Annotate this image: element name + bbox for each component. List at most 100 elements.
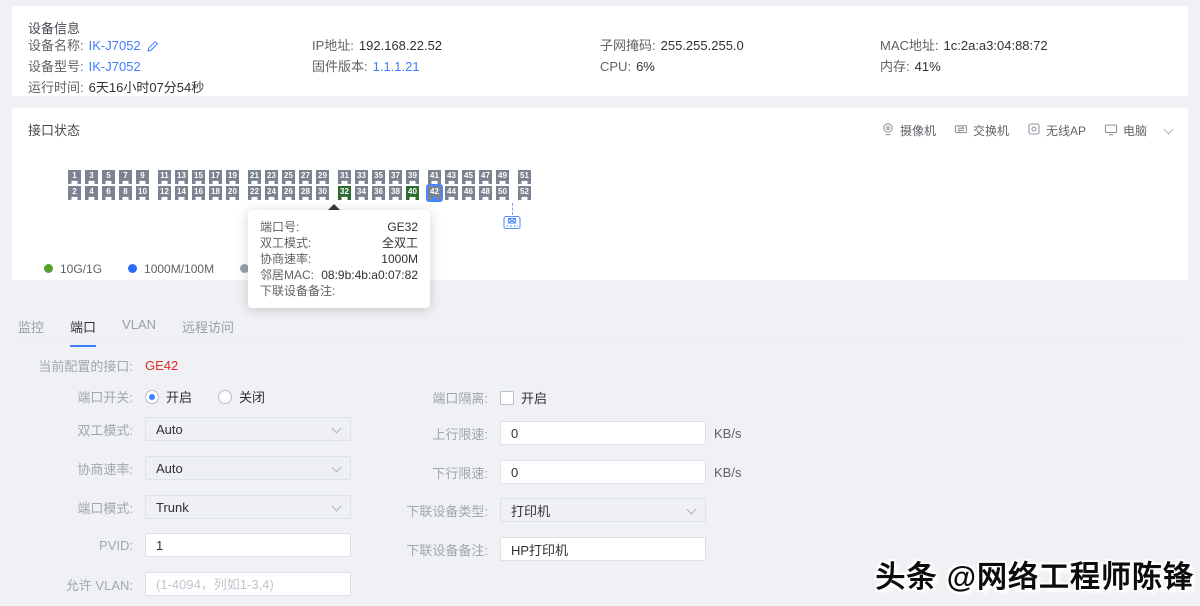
tab-remote-access[interactable]: 远程访问 — [182, 317, 234, 347]
device-name-value[interactable]: IK-J7052 — [89, 35, 141, 56]
port-20[interactable]: 20 — [226, 186, 239, 200]
device-model-value[interactable]: IK-J7052 — [89, 56, 141, 77]
port-36[interactable]: 36 — [372, 186, 385, 200]
allowed-vlan-input[interactable] — [145, 572, 351, 596]
port-48[interactable]: 48 — [479, 186, 492, 200]
port-19[interactable]: 19 — [226, 170, 239, 184]
port-21[interactable]: 21 — [248, 170, 261, 184]
port-13[interactable]: 13 — [175, 170, 188, 184]
tooltip-duplex-label: 双工模式: — [260, 235, 311, 251]
port-7[interactable]: 7 — [119, 170, 132, 184]
port-47[interactable]: 47 — [479, 170, 492, 184]
port-50[interactable]: 50 — [496, 186, 509, 200]
port-33[interactable]: 33 — [355, 170, 368, 184]
ip-label: IP地址: — [312, 35, 354, 56]
port-6[interactable]: 6 — [102, 186, 115, 200]
port-17[interactable]: 17 — [209, 170, 222, 184]
filter-wireless-ap-label: 无线AP — [1046, 122, 1086, 139]
chevron-down-icon — [332, 462, 342, 472]
downlink-note-input[interactable] — [500, 537, 706, 561]
port-3[interactable]: 3 — [85, 170, 98, 184]
port-10[interactable]: 10 — [136, 186, 149, 200]
port-26[interactable]: 26 — [282, 186, 295, 200]
port-1[interactable]: 1 — [68, 170, 81, 184]
port-27[interactable]: 27 — [299, 170, 312, 184]
port-39[interactable]: 39 — [406, 170, 419, 184]
legend-label-1000m: 1000M/100M — [144, 262, 214, 276]
tab-monitor[interactable]: 监控 — [18, 317, 44, 347]
filter-computer[interactable]: 电脑 — [1104, 122, 1147, 139]
device-name-label: 设备名称: — [28, 35, 84, 56]
downlink-type-select-value: 打印机 — [511, 501, 550, 520]
mac-label: MAC地址: — [880, 35, 939, 56]
port-9[interactable]: 9 — [136, 170, 149, 184]
port-16[interactable]: 16 — [192, 186, 205, 200]
pvid-input[interactable] — [145, 533, 351, 557]
port-46[interactable]: 46 — [462, 186, 475, 200]
port-51[interactable]: 51 — [518, 170, 531, 184]
port-14[interactable]: 14 — [175, 186, 188, 200]
legend-dot-blue — [128, 264, 137, 273]
port-8[interactable]: 8 — [119, 186, 132, 200]
port-23[interactable]: 23 — [265, 170, 278, 184]
port-isolation-checkbox[interactable] — [500, 391, 514, 405]
port-42[interactable]: 42 — [428, 186, 441, 200]
downlink-switch-icon[interactable] — [503, 215, 521, 233]
speed-select[interactable]: Auto — [145, 456, 351, 480]
port-4[interactable]: 4 — [85, 186, 98, 200]
port-30[interactable]: 30 — [316, 186, 329, 200]
filter-camera[interactable]: 摄像机 — [881, 122, 936, 139]
down-rate-unit: KB/s — [714, 465, 741, 480]
pvid-row: PVID: — [0, 533, 351, 557]
memory-label: 内存: — [880, 56, 910, 77]
port-29[interactable]: 29 — [316, 170, 329, 184]
port-37[interactable]: 37 — [389, 170, 402, 184]
downlink-type-select[interactable]: 打印机 — [500, 498, 706, 522]
filter-camera-label: 摄像机 — [900, 122, 936, 139]
port-12[interactable]: 12 — [158, 186, 171, 200]
port-mode-select-value: Trunk — [156, 500, 189, 515]
up-rate-input[interactable] — [500, 421, 706, 445]
port-25[interactable]: 25 — [282, 170, 295, 184]
tooltip-row: 协商速率: 1000M — [260, 251, 418, 267]
edit-icon[interactable] — [147, 40, 159, 52]
camera-icon — [881, 122, 895, 139]
port-2[interactable]: 2 — [68, 186, 81, 200]
duplex-select[interactable]: Auto — [145, 417, 351, 441]
port-24[interactable]: 24 — [265, 186, 278, 200]
port-45[interactable]: 45 — [462, 170, 475, 184]
port-22[interactable]: 22 — [248, 186, 261, 200]
port-15[interactable]: 15 — [192, 170, 205, 184]
port-41[interactable]: 41 — [428, 170, 441, 184]
tooltip-row: 下联设备备注: — [260, 283, 418, 299]
port-35[interactable]: 35 — [372, 170, 385, 184]
port-11[interactable]: 11 — [158, 170, 171, 184]
tab-vlan[interactable]: VLAN — [122, 317, 156, 347]
chevron-down-icon[interactable] — [1164, 124, 1174, 134]
device-model-row: 设备型号: IK-J7052 — [28, 56, 204, 77]
port-40[interactable]: 40 — [406, 186, 419, 200]
port-52[interactable]: 52 — [518, 186, 531, 200]
port-isolation-option-label: 开启 — [521, 388, 547, 407]
port-31[interactable]: 31 — [338, 170, 351, 184]
port-18[interactable]: 18 — [209, 186, 222, 200]
filter-wireless-ap[interactable]: 无线AP — [1027, 122, 1086, 139]
port-34[interactable]: 34 — [355, 186, 368, 200]
port-38[interactable]: 38 — [389, 186, 402, 200]
port-mode-select[interactable]: Trunk — [145, 495, 351, 519]
port-5[interactable]: 5 — [102, 170, 115, 184]
port-49[interactable]: 49 — [496, 170, 509, 184]
port-switch-off-radio[interactable] — [218, 390, 232, 404]
port-43[interactable]: 43 — [445, 170, 458, 184]
port-32[interactable]: 32 — [338, 186, 351, 200]
port-tooltip: 端口号: GE32 双工模式: 全双工 协商速率: 1000M 邻居MAC: 0… — [248, 210, 430, 308]
filter-switch[interactable]: 交换机 — [954, 122, 1009, 139]
port-44[interactable]: 44 — [445, 186, 458, 200]
port-switch-on-radio[interactable] — [145, 390, 159, 404]
tab-port[interactable]: 端口 — [70, 317, 96, 347]
down-rate-input[interactable] — [500, 460, 706, 484]
switch-icon — [954, 122, 968, 139]
firmware-value[interactable]: 1.1.1.21 — [373, 56, 420, 77]
port-28[interactable]: 28 — [299, 186, 312, 200]
chevron-down-icon — [332, 423, 342, 433]
